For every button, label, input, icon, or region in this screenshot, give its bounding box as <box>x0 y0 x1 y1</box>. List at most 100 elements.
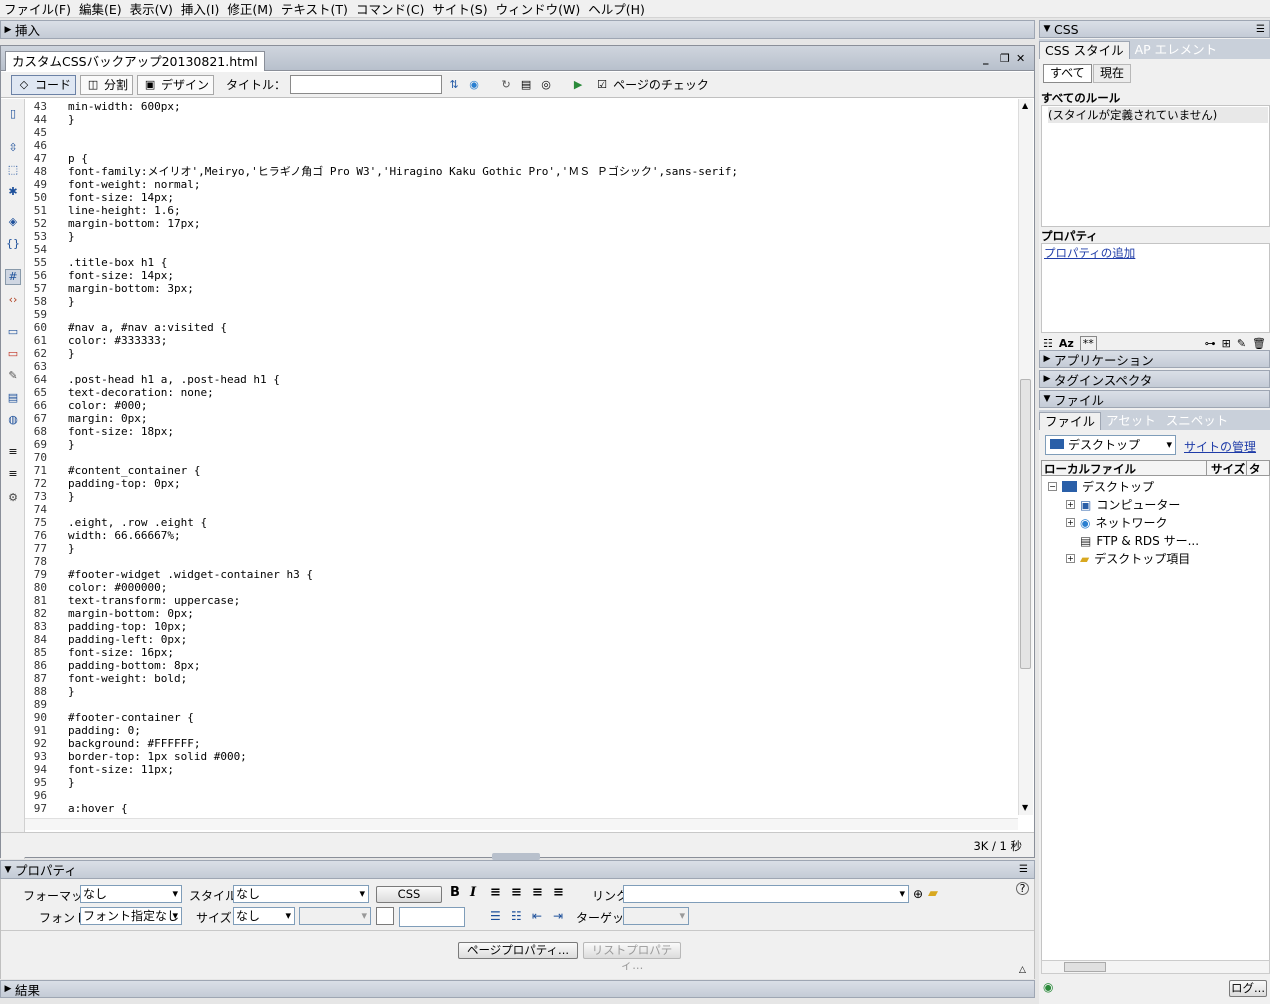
tab-files[interactable]: ファイル <box>1039 412 1102 430</box>
scroll-down-icon[interactable]: ▼ <box>1022 803 1028 812</box>
tree-item-desktop[interactable]: − デスクトップ <box>1048 478 1154 495</box>
log-button[interactable]: ログ... <box>1229 980 1267 997</box>
code-line[interactable]: border-top: 1px solid #000; <box>68 750 247 763</box>
minimize-icon[interactable]: _ <box>983 52 989 65</box>
menu-commands[interactable]: コマンド(C) <box>352 0 428 18</box>
expand-node-icon[interactable]: + <box>1066 500 1075 509</box>
code-line[interactable]: } <box>68 347 75 360</box>
menu-help[interactable]: ヘルプ(H) <box>584 0 649 18</box>
code-line[interactable]: width: 66.66667%; <box>68 529 181 542</box>
expand-all-icon[interactable]: ✱ <box>5 185 21 201</box>
menu-file[interactable]: ファイル(F) <box>0 0 75 18</box>
expand-panel-icon[interactable]: △ <box>1019 965 1026 975</box>
code-line[interactable]: #footer-container { <box>68 711 194 724</box>
code-line[interactable]: color: #000000; <box>68 581 167 594</box>
css-panel-header[interactable]: ▼ CSS ☰ <box>1039 20 1270 38</box>
files-panel-header[interactable]: ▼ ファイル <box>1039 390 1270 408</box>
menu-modify[interactable]: 修正(M) <box>223 0 277 18</box>
code-line[interactable]: .eight, .row .eight { <box>68 516 207 529</box>
menu-window[interactable]: ウィンドウ(W) <box>492 0 585 18</box>
outdent-code-icon[interactable]: ≡ <box>5 467 21 483</box>
code-line[interactable]: font-size: 18px; <box>68 425 174 438</box>
code-line[interactable]: } <box>68 542 75 555</box>
align-justify-icon[interactable]: ≡ <box>553 885 564 900</box>
code-line[interactable]: font-size: 11px; <box>68 763 174 776</box>
unordered-list-icon[interactable]: ☰ <box>490 909 501 923</box>
code-line[interactable]: } <box>68 776 75 789</box>
manage-sites-link[interactable]: サイトの管理 <box>1184 438 1256 455</box>
page-properties-button[interactable]: ページプロパティ... <box>458 942 578 959</box>
code-line[interactable]: margin-bottom: 17px; <box>68 217 200 230</box>
menu-site[interactable]: サイト(S) <box>428 0 491 18</box>
tab-ap-elements[interactable]: AP エレメント <box>1130 41 1223 59</box>
restore-icon[interactable]: ❐ <box>1000 52 1010 65</box>
current-rules-button[interactable]: 現在 <box>1093 64 1132 83</box>
code-line[interactable]: padding-bottom: 8px; <box>68 659 200 672</box>
line-numbers-icon[interactable]: # <box>5 269 21 285</box>
panel-resize-grip[interactable] <box>492 853 540 860</box>
code-line[interactable]: padding-top: 0px; <box>68 477 181 490</box>
code-line[interactable]: p { <box>68 152 88 165</box>
code-line[interactable]: text-transform: uppercase; <box>68 594 240 607</box>
code-line[interactable]: .title-box h1 { <box>68 256 167 269</box>
align-left-icon[interactable]: ≡ <box>490 885 501 900</box>
code-line[interactable]: } <box>68 113 75 126</box>
code-line[interactable]: } <box>68 230 75 243</box>
scroll-up-icon[interactable]: ▲ <box>1022 101 1028 110</box>
column-local-files[interactable]: ローカルファイル <box>1044 461 1136 477</box>
site-location-select[interactable]: デスクトップ <box>1045 435 1176 455</box>
results-panel-header[interactable]: ▶ 結果 <box>0 980 1035 998</box>
move-css-icon[interactable]: ◍ <box>5 413 21 429</box>
alpha-view-icon[interactable]: Az <box>1059 337 1074 350</box>
tree-item-desktop-items[interactable]: + ▰ デスクトップ項目 <box>1066 550 1190 567</box>
bold-button[interactable]: B <box>450 885 460 900</box>
code-line[interactable]: font-weight: bold; <box>68 672 187 685</box>
tag-inspector-panel-header[interactable]: ▶ タグインスペクタ <box>1039 370 1270 388</box>
size-select[interactable]: なし <box>233 907 295 925</box>
browse-folder-icon[interactable]: ▰ <box>928 886 938 901</box>
code-line[interactable]: } <box>68 295 75 308</box>
delete-rule-icon[interactable]: 🗑 <box>1252 337 1266 350</box>
code-line[interactable]: #footer-widget .widget-container h3 { <box>68 568 313 581</box>
code-line[interactable]: font-family:メイリオ',Meiryo,'ヒラギノ角ゴ Pro W3'… <box>68 165 738 178</box>
wrap-tag-icon[interactable]: ✎ <box>5 369 21 385</box>
balance-braces-icon[interactable]: {} <box>5 237 21 253</box>
properties-panel-header[interactable]: ▼ プロパティ ☰ <box>0 860 1035 879</box>
expand-node-icon[interactable]: + <box>1066 518 1075 527</box>
design-view-button[interactable]: ▣ デザイン <box>137 74 215 95</box>
attach-stylesheet-icon[interactable]: ⊶ <box>1205 337 1216 350</box>
highlight-invalid-icon[interactable]: ‹› <box>5 293 21 309</box>
add-property-link[interactable]: プロパティの追加 <box>1044 245 1135 261</box>
code-line[interactable]: margin: 0px; <box>68 412 147 425</box>
panel-options-icon[interactable]: ☰ <box>1256 24 1265 35</box>
code-line[interactable]: } <box>68 490 75 503</box>
text-color-input[interactable] <box>399 907 465 927</box>
code-line[interactable]: padding: 0; <box>68 724 141 737</box>
code-line[interactable]: color: #000; <box>68 399 147 412</box>
category-view-icon[interactable]: ☷ <box>1043 337 1053 350</box>
align-right-icon[interactable]: ≡ <box>532 885 543 900</box>
tab-css-styles[interactable]: CSS スタイル <box>1039 41 1130 59</box>
tree-item-ftp-rds[interactable]: ▤ FTP & RDS サー... <box>1080 532 1199 549</box>
code-line[interactable]: color: #333333; <box>68 334 167 347</box>
title-input[interactable] <box>290 75 443 94</box>
remove-comment-icon[interactable]: ▭ <box>5 347 21 363</box>
insert-panel-header[interactable]: ▶ 挿入 <box>0 20 1035 39</box>
menu-text[interactable]: テキスト(T) <box>277 0 352 18</box>
help-icon[interactable]: ? <box>1016 882 1029 895</box>
set-properties-icon[interactable]: ** <box>1079 335 1097 351</box>
indent-icon[interactable]: ⇥ <box>553 909 563 923</box>
tree-item-computer[interactable]: + ▣ コンピューター <box>1066 496 1180 513</box>
code-line[interactable]: background: #FFFFFF; <box>68 737 200 750</box>
code-line[interactable]: text-decoration: none; <box>68 386 214 399</box>
code-line[interactable]: padding-left: 0px; <box>68 633 187 646</box>
format-source-icon[interactable]: ⚙ <box>5 491 21 507</box>
rules-list[interactable]: (スタイルが定義されていません) <box>1041 105 1270 227</box>
open-documents-icon[interactable]: ▯ <box>5 107 21 123</box>
text-color-swatch[interactable] <box>376 907 394 925</box>
preview-globe-icon[interactable]: ◉ <box>466 77 482 93</box>
view-options-icon[interactable]: ▤ <box>518 77 534 93</box>
close-icon[interactable]: ✕ <box>1016 52 1025 65</box>
code-line[interactable]: min-width: 600px; <box>68 100 181 113</box>
menu-edit[interactable]: 編集(E) <box>75 0 126 18</box>
